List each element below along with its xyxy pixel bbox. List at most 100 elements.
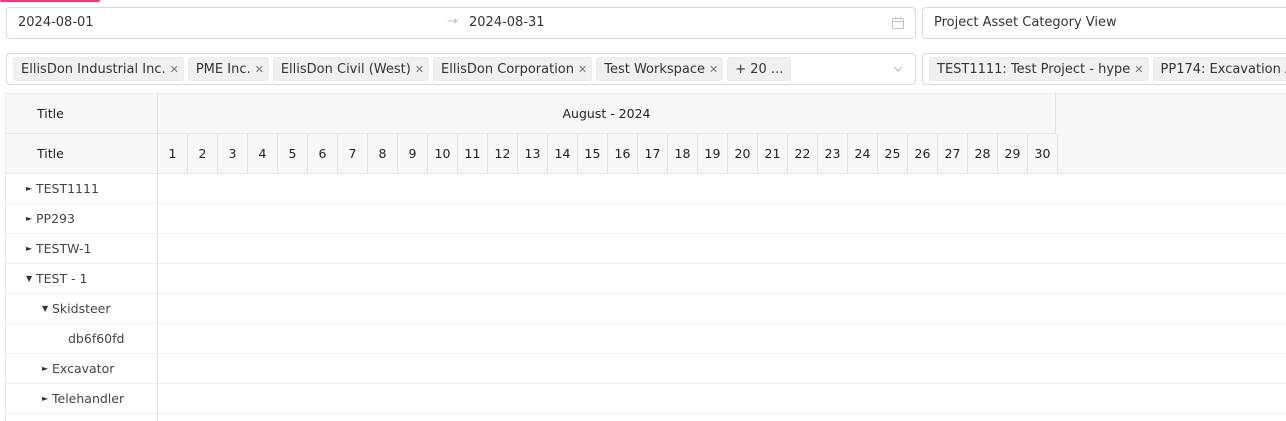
- timeline-row: [158, 174, 1286, 204]
- close-icon[interactable]: ✕: [1134, 63, 1143, 76]
- title-header-bottom: Title: [6, 134, 157, 174]
- workspace-tag: EllisDon Civil (West) ✕: [272, 57, 430, 81]
- day-header-cell: 28: [968, 134, 998, 174]
- caret-down-icon[interactable]: ▼: [42, 294, 52, 324]
- workspace-tag: EllisDon Corporation ✕: [433, 57, 593, 81]
- tree-row[interactable]: ► TEST1111: [6, 174, 157, 204]
- day-header-cell: 7: [338, 134, 368, 174]
- day-header-cell: 2: [188, 134, 218, 174]
- caret-down-icon[interactable]: ▼: [26, 264, 36, 294]
- close-icon[interactable]: ✕: [255, 63, 264, 76]
- timeline-header-filler: [1056, 94, 1286, 174]
- timeline-row: [158, 234, 1286, 264]
- project-tag: TEST1111: Test Project - hype ✕: [929, 57, 1149, 81]
- day-header-cell: 24: [848, 134, 878, 174]
- project-tag: PP174: Excavation And✕: [1152, 57, 1286, 81]
- day-header-cell: 1: [158, 134, 188, 174]
- workspace-tag-label: Test Workspace: [604, 61, 706, 77]
- calendar-icon[interactable]: [891, 16, 905, 30]
- tree-row-label: db6f60fd: [68, 331, 125, 346]
- timeline-row: [158, 294, 1286, 324]
- more-workspaces-tag[interactable]: + 20 ...: [727, 57, 792, 81]
- project-tag-label: PP174: Excavation And: [1160, 61, 1286, 77]
- title-header-top: Title: [6, 94, 157, 134]
- month-header: August - 2024: [158, 94, 1056, 134]
- day-header-cell: 20: [728, 134, 758, 174]
- caret-right-icon[interactable]: ►: [26, 174, 36, 204]
- tree-row[interactable]: ▼ Skidsteer: [6, 294, 157, 324]
- day-header-cell: 3: [218, 134, 248, 174]
- day-header-cell: 18: [668, 134, 698, 174]
- day-header-row: 1 2 3 4 5 6 7 8 9 10 11 12 13 14 15 16 17 18 19 20 21 22 23 24 2…: [158, 134, 1058, 174]
- top-accent-bar: [0, 0, 100, 2]
- timeline-row: [158, 264, 1286, 294]
- close-icon[interactable]: ✕: [415, 63, 424, 76]
- day-header-cell: 15: [578, 134, 608, 174]
- workspace-multi-select[interactable]: EllisDon Industrial Inc. ✕ PME Inc. ✕ EllisD…: [6, 53, 916, 85]
- project-tag-label: TEST1111: Test Project - hype: [937, 61, 1131, 77]
- project-tag-list: TEST1111: Test Project - hype ✕ PP174: Exc…: [929, 57, 1286, 81]
- tree-row[interactable]: ▼ TEST - 1: [6, 264, 157, 294]
- tree-row-label: TESTW-1: [36, 241, 92, 256]
- caret-right-icon[interactable]: ►: [42, 354, 52, 384]
- range-end-input[interactable]: 2024-08-31: [469, 15, 545, 30]
- timeline-row: [158, 354, 1286, 384]
- day-header-cell: 6: [308, 134, 338, 174]
- tree-row-label: Telehandler: [52, 391, 125, 406]
- day-header-cell: 14: [548, 134, 578, 174]
- title-column: Title Title ► TEST1111 ► PP293 ► TESTW-1 ▼ TEST…: [6, 94, 158, 421]
- workspace-tag: EllisDon Industrial Inc. ✕: [13, 57, 184, 81]
- timeline-row: [158, 324, 1286, 354]
- day-header-cell: 11: [458, 134, 488, 174]
- tree-row[interactable]: db6f60fd: [6, 324, 157, 354]
- day-header-cell: 22: [788, 134, 818, 174]
- day-header-cell: 23: [818, 134, 848, 174]
- workspace-tag-label: EllisDon Industrial Inc.: [21, 61, 166, 77]
- tree-row-label: PP293: [36, 211, 75, 226]
- day-header-cell: 8: [368, 134, 398, 174]
- workspace-tag-list: EllisDon Industrial Inc. ✕ PME Inc. ✕ EllisD…: [13, 57, 792, 81]
- day-header-cell: 19: [698, 134, 728, 174]
- workspace-tag: PME Inc. ✕: [187, 57, 269, 81]
- workspace-tag-label: PME Inc.: [195, 61, 251, 77]
- tree-row[interactable]: ► Telehandler: [6, 384, 157, 414]
- view-select-value: Project Asset Category View: [934, 15, 1117, 30]
- tree-row[interactable]: ► Excavator: [6, 354, 157, 384]
- range-start-input[interactable]: 2024-08-01: [18, 15, 94, 30]
- view-select[interactable]: Project Asset Category View: [922, 7, 1286, 39]
- caret-right-icon[interactable]: ►: [26, 234, 36, 264]
- day-header-cell: 25: [878, 134, 908, 174]
- tree-row-label: Skidsteer: [52, 301, 111, 316]
- timeline-row: [158, 204, 1286, 234]
- day-header-cell: 21: [758, 134, 788, 174]
- range-arrow-icon: →: [447, 14, 458, 29]
- close-icon[interactable]: ✕: [709, 63, 718, 76]
- day-header-cell: 26: [908, 134, 938, 174]
- close-icon[interactable]: ✕: [578, 63, 587, 76]
- tree-row[interactable]: ► PP293: [6, 204, 157, 234]
- tree-row[interactable]: ► TESTW-1: [6, 234, 157, 264]
- day-header-cell: 5: [278, 134, 308, 174]
- caret-right-icon[interactable]: ►: [42, 384, 52, 414]
- caret-right-icon[interactable]: ►: [26, 204, 36, 234]
- day-header-cell: 30: [1028, 134, 1058, 174]
- day-header-cell: 16: [608, 134, 638, 174]
- day-header-cell: 10: [428, 134, 458, 174]
- project-multi-select[interactable]: TEST1111: Test Project - hype ✕ PP174: Exc…: [922, 53, 1286, 85]
- day-header-cell: 9: [398, 134, 428, 174]
- day-header-cell: 12: [488, 134, 518, 174]
- timeline-area: August - 2024 1 2 3 4 5 6 7 8 9 10 11 12 13 14 15 16 17 1…: [158, 94, 1286, 421]
- close-icon[interactable]: ✕: [170, 63, 179, 76]
- workspace-tag-label: EllisDon Civil (West): [280, 61, 411, 77]
- day-header-cell: 4: [248, 134, 278, 174]
- chevron-down-icon[interactable]: [893, 64, 903, 74]
- tree-row-label: TEST1111: [36, 181, 99, 196]
- tree-row-label: Excavator: [52, 361, 115, 376]
- date-range-picker[interactable]: 2024-08-01 → 2024-08-31: [6, 7, 916, 39]
- day-header-cell: 29: [998, 134, 1028, 174]
- timeline-row: [158, 384, 1286, 414]
- workspace-tag: Test Workspace ✕: [596, 57, 724, 81]
- tree-row-label: TEST - 1: [36, 271, 88, 286]
- gantt-grid: Title Title ► TEST1111 ► PP293 ► TESTW-1 ▼ TEST…: [5, 93, 1286, 421]
- day-header-cell: 27: [938, 134, 968, 174]
